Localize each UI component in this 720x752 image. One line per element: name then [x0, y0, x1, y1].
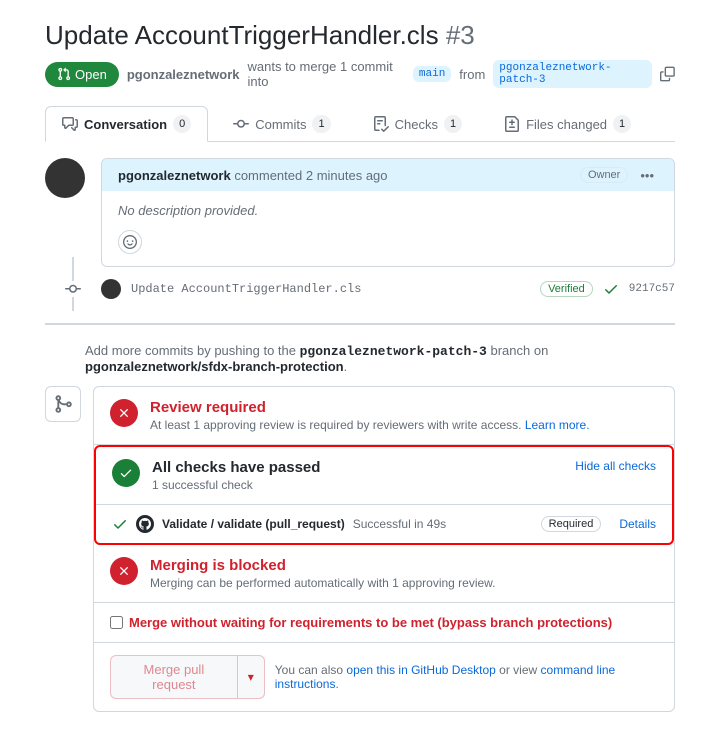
tab-commits[interactable]: Commits 1 [216, 106, 347, 142]
review-required-title: Review required [150, 399, 658, 416]
learn-more-link[interactable]: Learn more. [525, 418, 590, 432]
tab-commits-label: Commits [255, 117, 306, 132]
commit-hash[interactable]: 9217c57 [629, 283, 675, 295]
open-desktop-link[interactable]: open this in GitHub Desktop [346, 663, 495, 677]
comment-menu-button[interactable]: ••• [636, 168, 658, 183]
owner-badge: Owner [580, 167, 628, 183]
check-run-status: Successful in 49s [353, 517, 446, 531]
pr-meta: Open pgonzaleznetwork wants to merge 1 c… [45, 59, 675, 89]
bypass-protections-label[interactable]: Merge without waiting for requirements t… [110, 615, 658, 630]
commit-timeline-item: Update AccountTriggerHandler.cls Verifie… [45, 267, 675, 311]
pr-state-label: Open [75, 67, 107, 82]
tab-checks-label: Checks [395, 117, 438, 132]
github-actions-icon [136, 515, 154, 533]
comment-header: pgonzaleznetwork commented 2 minutes ago… [102, 159, 674, 191]
git-merge-status-icon [45, 386, 81, 422]
review-required-section: Review required At least 1 approving rev… [94, 387, 674, 445]
comment-time[interactable]: 2 minutes ago [306, 168, 388, 183]
tab-files-count: 1 [613, 115, 631, 133]
comment-timeline-item: pgonzaleznetwork commented 2 minutes ago… [45, 158, 675, 267]
comment-body: No description provided. [102, 191, 674, 230]
git-pull-request-icon [57, 67, 71, 81]
check-icon [119, 466, 133, 480]
tab-commits-count: 1 [312, 115, 330, 133]
merging-blocked-desc: Merging can be performed automatically w… [150, 576, 658, 590]
commit-message[interactable]: Update AccountTriggerHandler.cls [131, 282, 361, 296]
git-merge-icon [53, 394, 73, 414]
smiley-icon [123, 235, 137, 249]
tab-files-label: Files changed [526, 117, 607, 132]
pr-author[interactable]: pgonzaleznetwork [127, 67, 240, 82]
merge-action-row: Merge pull request ▾ You can also open t… [94, 643, 674, 711]
merging-blocked-title: Merging is blocked [150, 557, 658, 574]
tab-conversation-label: Conversation [84, 117, 167, 132]
file-diff-icon [504, 116, 520, 132]
mark-github-icon [139, 518, 151, 530]
x-icon [117, 406, 131, 420]
check-run-row: Validate / validate (pull_request) Succe… [96, 505, 672, 543]
tab-checks-count: 1 [444, 115, 462, 133]
pr-number: #3 [446, 20, 475, 50]
check-details-link[interactable]: Details [619, 517, 656, 531]
check-run-name[interactable]: Validate / validate (pull_request) [162, 517, 345, 531]
push-hint-repo: pgonzaleznetwork/sfdx-branch-protection [85, 359, 344, 374]
checks-passed-icon [112, 459, 140, 487]
push-hint-branch: pgonzaleznetwork-patch-3 [300, 344, 487, 359]
merge-alt-text: You can also open this in GitHub Desktop… [275, 663, 658, 691]
comment-author[interactable]: pgonzaleznetwork [118, 168, 231, 183]
copy-icon[interactable] [660, 66, 675, 82]
bypass-protections-checkbox[interactable] [110, 616, 123, 629]
review-required-icon [110, 399, 138, 427]
tab-checks[interactable]: Checks 1 [356, 106, 479, 142]
pr-state-badge: Open [45, 62, 119, 87]
bypass-protections-row: Merge without waiting for requirements t… [94, 603, 674, 643]
merge-phrase-2: from [459, 67, 485, 82]
verified-badge[interactable]: Verified [540, 281, 593, 297]
checklist-icon [373, 116, 389, 132]
comment-discussion-icon [62, 116, 78, 132]
checks-passed-desc: 1 successful check [152, 478, 563, 492]
check-icon [112, 516, 128, 532]
git-commit-icon [65, 281, 81, 297]
push-commits-hint: Add more commits by pushing to the pgonz… [85, 343, 675, 374]
review-required-desc: At least 1 approving review is required … [150, 418, 521, 432]
pr-title: Update AccountTriggerHandler.cls #3 [45, 20, 675, 51]
checks-highlight-annotation: All checks have passed 1 successful chec… [94, 445, 674, 545]
merge-status-box: Review required At least 1 approving rev… [93, 386, 675, 712]
commit-author-avatar[interactable] [101, 279, 121, 299]
checks-passed-title: All checks have passed [152, 459, 563, 476]
tab-files[interactable]: Files changed 1 [487, 106, 648, 142]
head-branch[interactable]: pgonzaleznetwork-patch-3 [493, 60, 652, 88]
x-icon [117, 564, 131, 578]
base-branch[interactable]: main [413, 66, 451, 82]
comment-action: commented [234, 168, 302, 183]
tab-nav: Conversation 0 Commits 1 Checks 1 Files … [45, 105, 675, 142]
merging-blocked-section: Merging is blocked Merging can be perfor… [94, 545, 674, 603]
pr-title-text: Update AccountTriggerHandler.cls [45, 20, 439, 50]
check-icon [603, 281, 619, 297]
git-commit-icon [233, 116, 249, 132]
comment-box: pgonzaleznetwork commented 2 minutes ago… [101, 158, 675, 267]
merge-pull-request-button[interactable]: Merge pull request [110, 655, 238, 699]
checks-passed-section: All checks have passed 1 successful chec… [96, 447, 672, 505]
merge-phrase-1: wants to merge 1 commit into [248, 59, 405, 89]
merge-method-dropdown[interactable]: ▾ [238, 655, 265, 699]
tab-conversation[interactable]: Conversation 0 [45, 106, 208, 142]
required-label: Required [541, 516, 602, 532]
divider [45, 323, 675, 325]
tab-conversation-count: 0 [173, 115, 191, 133]
add-reaction-button[interactable] [118, 230, 142, 254]
hide-checks-link[interactable]: Hide all checks [575, 459, 656, 473]
merging-blocked-icon [110, 557, 138, 585]
comment-author-avatar[interactable] [45, 158, 85, 198]
